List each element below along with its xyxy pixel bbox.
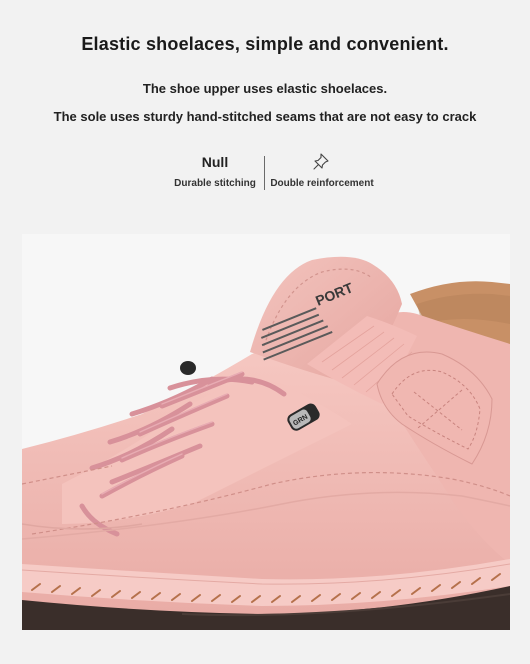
feature-label: Durable stitching [174, 178, 256, 189]
feature-divider [264, 156, 265, 190]
product-photo: PORT GRN [22, 234, 510, 630]
description-line-2: The sole uses sturdy hand-stitched seams… [53, 109, 477, 124]
pushpin-icon [270, 152, 374, 172]
description-line-1: The shoe upper uses elastic shoelaces. [142, 81, 388, 96]
feature-label: Double reinforcement [270, 178, 374, 189]
feature-title: Null [201, 154, 229, 170]
feature-durable-stitching: Null Durable stitching [168, 154, 262, 189]
feature-double-reinforcement: Double reinforcement [270, 152, 374, 189]
page-title: Elastic shoelaces, simple and convenient… [81, 34, 449, 54]
